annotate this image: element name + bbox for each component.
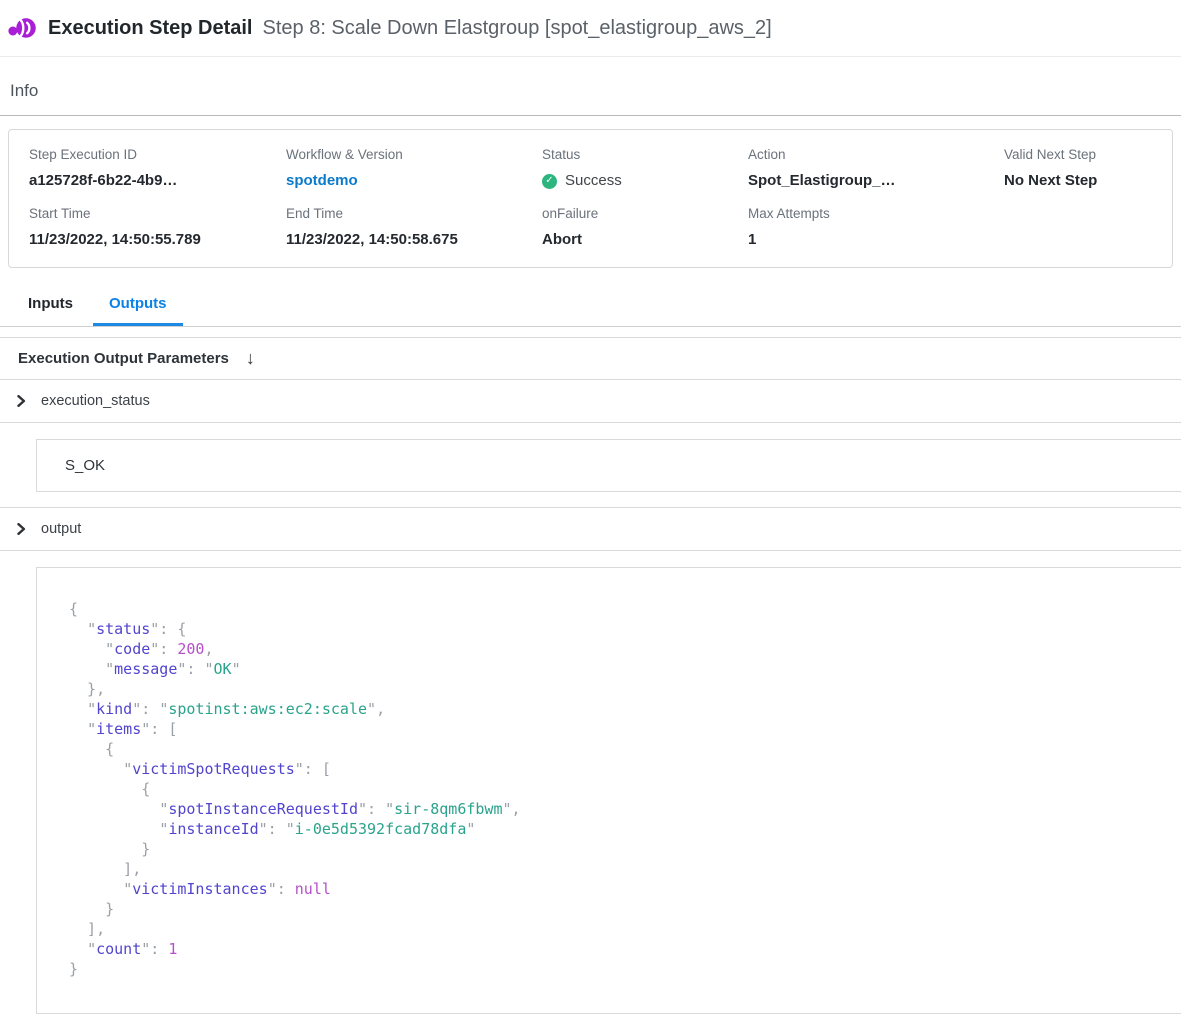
field-label: Max Attempts bbox=[748, 206, 1004, 222]
workflow-link[interactable]: spotdemo bbox=[286, 172, 542, 190]
field-status: Status ✓ Success bbox=[542, 147, 748, 190]
success-check-icon: ✓ bbox=[542, 174, 557, 189]
status-badge: ✓ Success bbox=[542, 172, 748, 190]
field-value: No Next Step bbox=[1004, 172, 1172, 190]
field-workflow-version: Workflow & Version spotdemo bbox=[286, 147, 542, 190]
field-label: Workflow & Version bbox=[286, 147, 542, 163]
execution-output-parameters-header: Execution Output Parameters ↓ bbox=[0, 337, 1181, 380]
info-section-label: Info bbox=[0, 81, 1181, 116]
field-label: Start Time bbox=[29, 206, 286, 222]
field-label: Step Execution ID bbox=[29, 147, 286, 163]
tab-outputs[interactable]: Outputs bbox=[93, 282, 183, 326]
field-start-time: Start Time 11/23/2022, 14:50:55.789 bbox=[29, 206, 286, 249]
chevron-right-icon bbox=[16, 395, 27, 407]
field-value: a125728f-6b22-4b9… bbox=[29, 172, 286, 190]
field-end-time: End Time 11/23/2022, 14:50:58.675 bbox=[286, 206, 542, 249]
tab-bar: Inputs Outputs bbox=[0, 282, 1181, 327]
field-step-execution-id: Step Execution ID a125728f-6b22-4b9… bbox=[29, 147, 286, 190]
field-label: Action bbox=[748, 147, 1004, 163]
field-value: Abort bbox=[542, 231, 748, 249]
execution-status-value-box: S_OK bbox=[36, 439, 1181, 492]
chevron-right-icon bbox=[16, 523, 27, 535]
field-label: End Time bbox=[286, 206, 542, 222]
section-title: Execution Output Parameters bbox=[18, 350, 229, 367]
field-action: Action Spot_Elastigroup_… bbox=[748, 147, 1004, 190]
param-name: output bbox=[41, 521, 81, 537]
field-valid-next-step: Valid Next Step No Next Step bbox=[1004, 147, 1172, 190]
tab-inputs[interactable]: Inputs bbox=[12, 282, 89, 326]
field-value: 11/23/2022, 14:50:55.789 bbox=[29, 231, 286, 249]
spot-logo-icon bbox=[8, 15, 38, 41]
page-subtitle: Step 8: Scale Down Elastgroup [spot_elas… bbox=[263, 17, 772, 40]
field-label: Valid Next Step bbox=[1004, 147, 1172, 163]
field-label: onFailure bbox=[542, 206, 748, 222]
field-max-attempts: Max Attempts 1 bbox=[748, 206, 1004, 249]
field-value: Spot_Elastigroup_… bbox=[748, 172, 1004, 190]
field-label: Status bbox=[542, 147, 748, 163]
param-name: execution_status bbox=[41, 393, 150, 409]
field-value: 11/23/2022, 14:50:58.675 bbox=[286, 231, 542, 249]
param-row-execution-status[interactable]: execution_status bbox=[0, 380, 1181, 423]
execution-status-value: S_OK bbox=[65, 457, 105, 474]
param-row-output[interactable]: output bbox=[0, 508, 1181, 551]
download-icon[interactable]: ↓ bbox=[246, 348, 255, 369]
field-onfailure: onFailure Abort bbox=[542, 206, 748, 249]
page-title: Execution Step Detail bbox=[48, 17, 253, 40]
page-header: Execution Step Detail Step 8: Scale Down… bbox=[0, 0, 1181, 57]
status-text: Success bbox=[565, 172, 622, 190]
info-card: Step Execution ID a125728f-6b22-4b9… Wor… bbox=[8, 129, 1173, 268]
field-value: 1 bbox=[748, 231, 1004, 249]
output-json-viewer[interactable]: { "status": { "code": 200, "message": "O… bbox=[36, 567, 1181, 1014]
